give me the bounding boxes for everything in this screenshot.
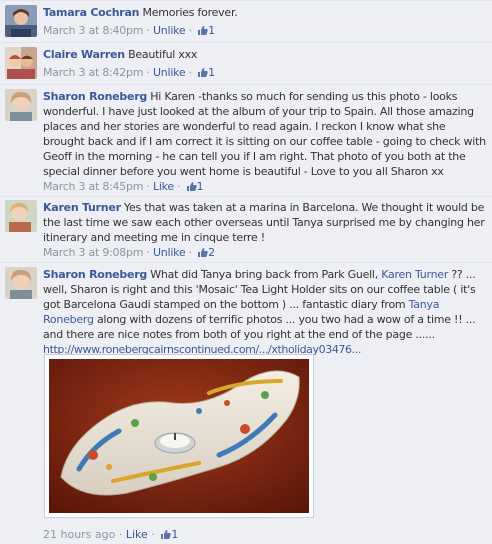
comment-message: Memories forever. bbox=[142, 6, 238, 19]
comment-item: Tamara Cochran Memories forever. March 3… bbox=[0, 0, 492, 42]
mention-link[interactable]: Karen Turner bbox=[381, 268, 448, 281]
comment-author[interactable]: Tamara Cochran bbox=[43, 6, 139, 19]
tea-light-holder-photo bbox=[49, 359, 309, 513]
comment-message-part: along with dozens of terrific photos ...… bbox=[43, 313, 476, 341]
comment-timestamp[interactable]: 21 hours ago bbox=[43, 528, 115, 541]
unlike-button[interactable]: Unlike bbox=[153, 246, 186, 259]
comment-text: Sharon Roneberg What did Tanya bring bac… bbox=[43, 267, 488, 342]
comment-timestamp[interactable]: March 3 at 8:45pm bbox=[43, 180, 143, 193]
comment-timestamp[interactable]: March 3 at 8:40pm bbox=[43, 24, 143, 37]
comment-item: Karen Turner Yes that was taken at a mar… bbox=[0, 196, 492, 262]
comment-meta: March 3 at 8:45pm · Like · 1 bbox=[43, 180, 204, 193]
comment-item: Claire Warren Beautiful xxx March 3 at 8… bbox=[0, 42, 492, 84]
thumbs-up-icon bbox=[186, 182, 197, 191]
comment-text: Karen Turner Yes that was taken at a mar… bbox=[43, 200, 488, 245]
comment-text: Tamara Cochran Memories forever. bbox=[43, 5, 488, 20]
like-button[interactable]: Like bbox=[126, 528, 148, 541]
like-count[interactable]: 1 bbox=[195, 24, 215, 37]
unlike-button[interactable]: Unlike bbox=[153, 66, 186, 79]
comment-meta: 21 hours ago · Like · 1 bbox=[43, 528, 179, 541]
comment-author[interactable]: Claire Warren bbox=[43, 48, 125, 61]
attached-photo[interactable] bbox=[44, 354, 314, 518]
comment-timestamp[interactable]: March 3 at 9:08pm bbox=[43, 246, 143, 259]
like-count[interactable]: 1 bbox=[158, 528, 178, 541]
thumbs-up-icon bbox=[198, 26, 208, 35]
avatar[interactable] bbox=[5, 267, 37, 299]
comment-item: Sharon Roneberg Hi Karen -thanks so much… bbox=[0, 84, 492, 196]
avatar[interactable] bbox=[5, 200, 37, 232]
thumbs-up-icon bbox=[198, 68, 208, 77]
unlike-button[interactable]: Unlike bbox=[153, 24, 186, 37]
avatar[interactable] bbox=[5, 5, 37, 37]
like-count[interactable]: 1 bbox=[184, 180, 204, 193]
like-count[interactable]: 2 bbox=[195, 246, 215, 259]
comment-timestamp[interactable]: March 3 at 8:42pm bbox=[43, 66, 143, 79]
avatar[interactable] bbox=[5, 47, 37, 79]
comment-meta: March 3 at 9:08pm · Unlike · 2 bbox=[43, 246, 215, 259]
like-count[interactable]: 1 bbox=[195, 66, 215, 79]
comment-author[interactable]: Karen Turner bbox=[43, 201, 121, 214]
comment-meta: March 3 at 8:42pm · Unlike · 1 bbox=[43, 66, 215, 79]
comment-author[interactable]: Sharon Roneberg bbox=[43, 268, 147, 281]
comment-message: Beautiful xxx bbox=[128, 48, 198, 61]
comment-message: Hi Karen -thanks so much for sending us … bbox=[43, 90, 486, 178]
comment-author[interactable]: Sharon Roneberg bbox=[43, 90, 147, 103]
like-button[interactable]: Like bbox=[153, 180, 174, 193]
comment-message-part: What did Tanya bring back from Park Guel… bbox=[150, 268, 378, 281]
thumbs-up-icon bbox=[161, 530, 172, 539]
comment-text: Sharon Roneberg Hi Karen -thanks so much… bbox=[43, 89, 488, 179]
thumbs-up-icon bbox=[198, 248, 208, 257]
comment-meta: March 3 at 8:40pm · Unlike · 1 bbox=[43, 24, 215, 37]
avatar[interactable] bbox=[5, 89, 37, 121]
comment-text: Claire Warren Beautiful xxx bbox=[43, 47, 488, 62]
